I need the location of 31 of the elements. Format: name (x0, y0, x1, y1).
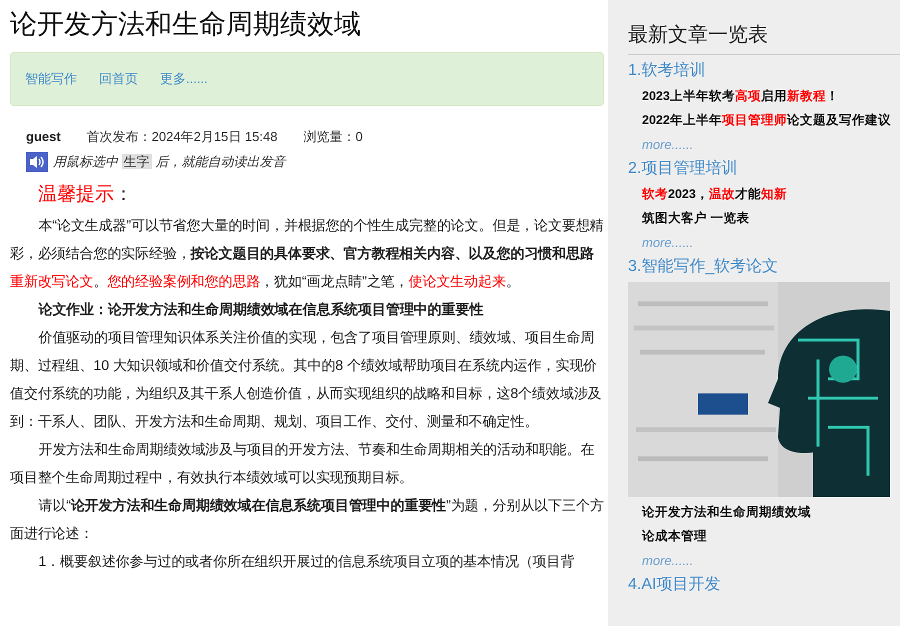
nav-link[interactable]: 智能写作 (25, 70, 77, 88)
tip-label: 温馨提示 (38, 183, 114, 207)
article-link[interactable]: 2023上半年软考高项启用新教程！ (642, 88, 900, 105)
publish-date: 首次发布：2024年2月15日 15:48 (86, 128, 278, 146)
article-link[interactable]: 论成本管理 (642, 528, 900, 545)
article-link[interactable]: 2022年上半年项目管理师论文题及写作建议 (642, 112, 900, 129)
view-count: 浏览量：0 (303, 128, 363, 146)
more-link[interactable]: more...... (642, 234, 900, 251)
article-link[interactable]: 论开发方法和生命周期绩效域 (642, 504, 900, 521)
section-heading[interactable]: 2.项目管理培训 (628, 159, 900, 179)
article-link[interactable]: 软考2023，温故才能知新 (642, 186, 900, 203)
more-link[interactable]: more...... (642, 136, 900, 153)
article-paragraph: 开发方法和生命周期绩效域涉及与项目的开发方法、节奏和生命周期相关的活动和职能。在项目整个生命周期过程中，有效执行本绩效域可以实现预期目标。 (10, 441, 596, 488)
author-name: guest (26, 128, 61, 146)
speaker-icon[interactable] (26, 152, 48, 172)
read-hint: 用鼠标选中 生字 后，就能自动读出发音 (53, 153, 286, 171)
article-paragraph: 价值驱动的项目管理知识体系关注价值的实现，包含了项目管理原则、绩效域、项目生命周期、过程组、10 大知识领域和价值交付系统。其中的8 个绩效域帮助项目在系统内运作，实现价值交付系统的功能，为组织及其干系人创造价值，从而实现组织的战略和目标，这8个绩效域涉及到：干系人、团队、开发方法和生命周期、规划、项目工作、交付、测量和不确定性。 (10, 329, 603, 432)
sidebar-title: 最新文章一览表 (628, 0, 900, 55)
nav-link[interactable]: 更多...... (160, 70, 208, 88)
page-title: 论开发方法和生命周期绩效域 (10, 8, 362, 41)
more-link[interactable]: more...... (642, 552, 900, 569)
section-heading[interactable]: 3.智能写作_软考论文 (628, 257, 900, 277)
section-heading[interactable]: 4.AI项目开发 (628, 575, 900, 595)
article-paragraph: 1．概要叙述你参与过的或者你所在组织开展过的信息系统项目立项的基本情况（项目背 (37, 553, 576, 572)
tip-colon: ： (114, 183, 133, 207)
article-paragraph: 本“论文生成器”可以节省您大量的时间，并根据您的个性生成完整的论文。但是，论文要想精彩，必须结合您的实际经验，按论文题目的具体要求、官方教程相关内容、以及您的习惯和思路 重新改写论文。您的经验案例和您的思路，犹如“画龙点睛”之笔，使论文生动起来。 (10, 217, 604, 292)
article-link[interactable]: 筑图大客户 一览表 (642, 210, 900, 227)
article-paragraph: 请以“论开发方法和生命周期绩效域在信息系统项目管理中的重要性”为题，分别从以下三个方面进行论述： (10, 496, 604, 544)
article-heading: 论文作业：论开发方法和生命周期绩效域在信息系统项目管理中的重要性 (37, 300, 484, 320)
section-heading[interactable]: 1.软考培训 (628, 61, 900, 81)
nav-link[interactable]: 回首页 (99, 70, 138, 88)
